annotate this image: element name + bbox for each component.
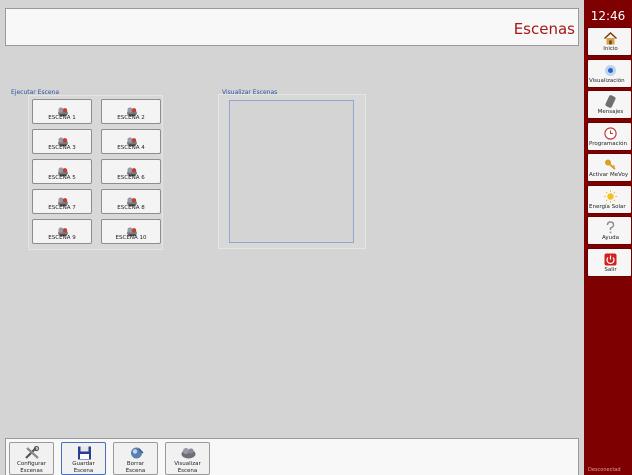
clock: 12:46 xyxy=(590,9,626,23)
scene-button-5[interactable]: ESCENA 5 xyxy=(32,159,92,184)
connection-status: Desconectad xyxy=(588,467,621,473)
sidebar-item-2[interactable]: Mensajes xyxy=(587,90,632,119)
toolbar-label-line2: Escenas xyxy=(20,468,43,474)
scene-button-9[interactable]: ESCENA 9 xyxy=(32,219,92,244)
scene-icon xyxy=(57,132,69,147)
scene-button-6[interactable]: ESCENA 6 xyxy=(101,159,161,184)
sidebar-item-label: Energía Solar xyxy=(589,203,626,210)
scene-icon xyxy=(126,192,138,207)
toolbar-label-line1: Visualizar xyxy=(174,461,201,467)
scene-icon xyxy=(126,102,138,117)
scene-button-10[interactable]: ESCENA 10 xyxy=(101,219,161,244)
sidebar-item-6[interactable]: Ayuda xyxy=(587,216,632,245)
scene-button-7[interactable]: ESCENA 7 xyxy=(32,189,92,214)
sidebar-item-5[interactable]: Energía Solar xyxy=(587,184,632,214)
scene-button-label: ESCENA 7 xyxy=(48,205,76,211)
help-icon xyxy=(603,219,618,234)
scene-button-3[interactable]: ESCENA 3 xyxy=(32,129,92,154)
scene-icon xyxy=(57,192,69,207)
sidebar-item-label: Activar MeVoy xyxy=(589,172,629,178)
sidebar-item-1[interactable]: Visualización xyxy=(587,58,632,88)
clock-icon xyxy=(603,125,618,140)
sidebar-item-label: Programación xyxy=(589,140,627,147)
scene-icon xyxy=(126,222,138,237)
toolbar-label-line1: Configurar xyxy=(16,461,47,467)
page-title: Escenas xyxy=(513,20,575,38)
home-icon xyxy=(603,30,618,45)
toolbar-label-line1: Borrar xyxy=(126,461,145,467)
scene-button-label: ESCENA 3 xyxy=(48,145,76,151)
phone-icon xyxy=(603,93,618,108)
sidebar-item-label: Mensajes xyxy=(597,109,624,115)
sun-icon xyxy=(603,188,618,203)
scene-icon xyxy=(126,132,138,147)
borrar-escena-button[interactable]: Borrar Escena xyxy=(113,442,158,475)
scene-button-label: ESCENA 2 xyxy=(117,115,145,121)
sidebar-item-3[interactable]: Programación xyxy=(587,121,632,151)
floppy-disk-icon xyxy=(76,445,93,460)
sidebar-item-label: Ayuda xyxy=(602,235,619,241)
scene-icon xyxy=(57,162,69,177)
toolbar-label-line2: Escena xyxy=(125,468,146,474)
configurar-escenas-button[interactable]: Configurar Escenas xyxy=(9,442,54,475)
scene-button-label: ESCENA 9 xyxy=(48,235,76,241)
main-area: Escenas Ejecutar Escena Visualizar Escen… xyxy=(0,0,584,475)
key-icon xyxy=(603,156,618,170)
toolbar-label-line1: Guardar xyxy=(72,461,95,467)
sidebar-item-label: Salir xyxy=(604,266,617,273)
delete-scene-icon xyxy=(128,445,145,459)
scene-icon xyxy=(57,102,69,117)
view-scene-icon xyxy=(180,445,197,459)
sidebar-item-0[interactable]: Inicio xyxy=(587,27,632,56)
sidebar-item-7[interactable]: Salir xyxy=(587,247,632,277)
tools-icon xyxy=(24,445,41,459)
scene-button-1[interactable]: ESCENA 1 xyxy=(32,99,92,124)
scene-button-2[interactable]: ESCENA 2 xyxy=(101,99,161,124)
scene-icon xyxy=(57,222,69,237)
scene-icon xyxy=(126,162,138,177)
sidebar-item-label: Inicio xyxy=(603,46,618,52)
guardar-escena-button[interactable]: Guardar Escena xyxy=(61,442,106,475)
scene-button-label: ESCENA 8 xyxy=(117,205,145,211)
scene-preview-panel xyxy=(218,94,366,249)
toolbar-label-line2: Escena xyxy=(177,468,198,474)
eye-icon xyxy=(603,62,618,76)
scene-button-label: ESCENA 6 xyxy=(117,175,145,181)
scene-button-8[interactable]: ESCENA 8 xyxy=(101,189,161,214)
scene-button-label: ESCENA 4 xyxy=(117,145,145,151)
scene-button-label: ESCENA 10 xyxy=(115,235,147,241)
sidebar-item-4[interactable]: Activar MeVoy xyxy=(587,153,632,182)
sidebar-item-label: Visualización xyxy=(589,77,625,84)
toolbar-label-line2: Escena xyxy=(73,468,94,474)
scene-button-4[interactable]: ESCENA 4 xyxy=(101,129,161,154)
visualizar-escena-button[interactable]: Visualizar Escena xyxy=(165,442,210,475)
scene-button-label: ESCENA 5 xyxy=(48,175,76,181)
scene-preview-box xyxy=(229,100,354,243)
scene-button-label: ESCENA 1 xyxy=(48,115,76,121)
power-icon xyxy=(603,251,618,265)
header-bar xyxy=(5,8,579,46)
